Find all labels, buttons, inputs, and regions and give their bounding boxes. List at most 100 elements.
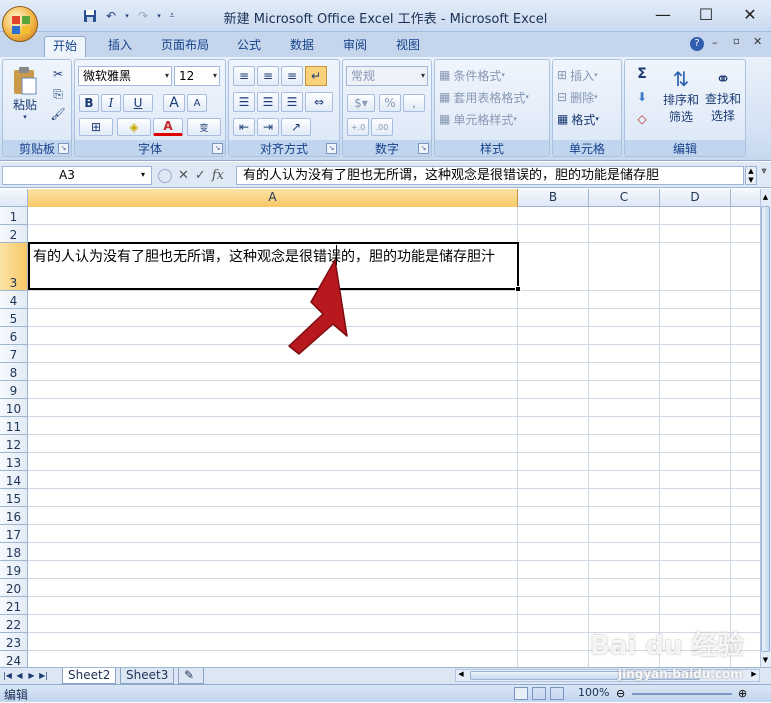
row-header-19[interactable]: 19 — [0, 561, 28, 579]
row-header-22[interactable]: 22 — [0, 615, 28, 633]
tab-formulas[interactable]: 公式 — [229, 36, 269, 57]
last-sheet-icon[interactable]: ▶| — [38, 669, 49, 683]
column-header-d[interactable]: D — [660, 189, 731, 207]
minimize-button[interactable]: — — [645, 2, 681, 26]
font-color-button[interactable]: A — [153, 118, 183, 136]
row-header-12[interactable]: 12 — [0, 435, 28, 453]
ribbon-minimize-icon[interactable]: – — [712, 36, 718, 49]
row-header-15[interactable]: 15 — [0, 489, 28, 507]
underline-button[interactable]: U — [123, 94, 153, 112]
grow-font-button[interactable]: A — [163, 94, 185, 112]
increase-decimal-icon[interactable]: +.0 — [347, 118, 369, 136]
insert-cells-button[interactable]: ⊞ 插入 ▾ — [557, 66, 598, 84]
font-name-combo[interactable]: 微软雅黑 ▾ — [78, 66, 172, 86]
formula-input[interactable]: 有的人认为没有了胆也无所谓，这种观念是很错误的，胆的功能是储存胆 — [236, 166, 744, 185]
close-button[interactable]: ✕ — [732, 2, 768, 26]
shrink-font-button[interactable]: A — [187, 94, 207, 112]
cancel-icon[interactable]: ✕ — [178, 168, 189, 183]
row-header-9[interactable]: 9 — [0, 381, 28, 399]
delete-cells-button[interactable]: ⊟ 删除 ▾ — [557, 88, 598, 106]
row-header-18[interactable]: 18 — [0, 543, 28, 561]
tab-view[interactable]: 视图 — [388, 36, 428, 57]
align-center-icon[interactable]: ☰ — [257, 92, 279, 112]
borders-icon[interactable]: ⊞ — [79, 118, 113, 136]
column-header-c[interactable]: C — [589, 189, 660, 207]
currency-icon[interactable]: $▾ — [347, 94, 375, 112]
formula-scroll-icon[interactable]: ▲ ▼ — [745, 166, 757, 185]
percent-button[interactable]: % — [379, 94, 401, 112]
insert-function-icon[interactable]: fx — [212, 168, 224, 183]
align-left-icon[interactable]: ☰ — [233, 92, 255, 112]
ribbon-restore-icon[interactable]: ▫ — [733, 36, 740, 47]
increase-indent-icon[interactable]: ⇥ — [257, 118, 279, 136]
first-sheet-icon[interactable]: |◀ — [2, 669, 13, 683]
fill-icon[interactable]: ⬇ — [631, 88, 653, 106]
next-sheet-icon[interactable]: ▶ — [26, 669, 37, 683]
scroll-left-icon[interactable]: ◀ — [456, 670, 466, 681]
conditional-format-button[interactable]: ▦ 条件格式 ▾ — [439, 66, 505, 84]
tab-review[interactable]: 审阅 — [335, 36, 375, 57]
top-align-icon[interactable]: ≡ — [233, 66, 255, 86]
sheet-tab-sheet2[interactable]: Sheet2 — [62, 668, 117, 684]
cut-icon[interactable]: ✂ — [49, 66, 67, 82]
zoom-slider[interactable] — [632, 693, 732, 695]
paste-button[interactable]: 粘贴 ▾ — [7, 62, 43, 124]
row-header-13[interactable]: 13 — [0, 453, 28, 471]
fill-color-icon[interactable]: ◈ — [117, 118, 151, 136]
normal-view-icon[interactable] — [514, 687, 528, 700]
orientation-icon[interactable]: ↗ — [281, 118, 311, 136]
insert-sheet-icon[interactable]: ✎ — [178, 668, 204, 684]
row-header-2[interactable]: 2 — [0, 225, 28, 243]
row-header-11[interactable]: 11 — [0, 417, 28, 435]
row-header-14[interactable]: 14 — [0, 471, 28, 489]
font-size-combo[interactable]: 12 ▾ — [174, 66, 220, 86]
row-header-23[interactable]: 23 — [0, 633, 28, 651]
workbook-close-icon[interactable]: ✕ — [753, 35, 762, 48]
cell-styles-button[interactable]: ▦ 单元格样式 ▾ — [439, 110, 517, 128]
number-launcher-icon[interactable]: ↘ — [418, 143, 429, 154]
row-header-5[interactable]: 5 — [0, 309, 28, 327]
tab-data[interactable]: 数据 — [282, 36, 322, 57]
tab-home[interactable]: 开始 — [44, 36, 87, 57]
tab-insert[interactable]: 插入 — [100, 36, 140, 57]
merge-center-icon[interactable]: ⇔ — [305, 92, 333, 112]
column-header-a[interactable]: A — [28, 189, 518, 207]
row-header-8[interactable]: 8 — [0, 363, 28, 381]
help-icon[interactable]: ? — [690, 37, 704, 51]
name-box[interactable]: A3 — [2, 166, 152, 185]
row-header-10[interactable]: 10 — [0, 399, 28, 417]
row-header-21[interactable]: 21 — [0, 597, 28, 615]
row-header-20[interactable]: 20 — [0, 579, 28, 597]
page-break-view-icon[interactable] — [550, 687, 564, 700]
wrap-text-icon[interactable]: ↵ — [305, 66, 327, 86]
scroll-up-icon[interactable]: ▲ — [761, 190, 770, 204]
expand-formula-icon[interactable]: ⩔ — [758, 166, 770, 185]
copy-icon[interactable]: ⎘ — [49, 86, 67, 102]
enter-icon[interactable]: ✓ — [195, 168, 206, 183]
office-button[interactable] — [2, 6, 38, 42]
align-right-icon[interactable]: ☰ — [281, 92, 303, 112]
alignment-launcher-icon[interactable]: ↘ — [326, 143, 337, 154]
row-header-3[interactable]: 3 — [0, 243, 28, 291]
row-header-16[interactable]: 16 — [0, 507, 28, 525]
decrease-decimal-icon[interactable]: .00 — [371, 118, 393, 136]
cell-a3[interactable]: 有的人认为没有了胆也无所谓，这种观念是很错误的，胆的功能是储存胆汁 — [28, 242, 519, 290]
column-header-b[interactable]: B — [518, 189, 589, 207]
prev-sheet-icon[interactable]: ◀ — [14, 669, 25, 683]
tab-page-layout[interactable]: 页面布局 — [153, 36, 217, 57]
zoom-level[interactable]: 100% — [578, 686, 609, 699]
row-header-6[interactable]: 6 — [0, 327, 28, 345]
italic-button[interactable]: I — [101, 94, 121, 112]
expand-handle-icon[interactable] — [158, 168, 172, 183]
page-layout-view-icon[interactable] — [532, 687, 546, 700]
bottom-align-icon[interactable]: ≡ — [281, 66, 303, 86]
row-header-4[interactable]: 4 — [0, 291, 28, 309]
row-header-1[interactable]: 1 — [0, 207, 28, 225]
number-format-combo[interactable]: 常规 ▾ — [346, 66, 428, 86]
format-painter-icon[interactable]: 🖌 — [49, 106, 67, 122]
clipboard-launcher-icon[interactable]: ↘ — [58, 143, 69, 154]
clear-icon[interactable]: ◇ — [631, 110, 653, 128]
font-launcher-icon[interactable]: ↘ — [212, 143, 223, 154]
autosum-button[interactable]: Σ — [631, 64, 653, 84]
zoom-out-icon[interactable]: ⊖ — [616, 687, 625, 700]
